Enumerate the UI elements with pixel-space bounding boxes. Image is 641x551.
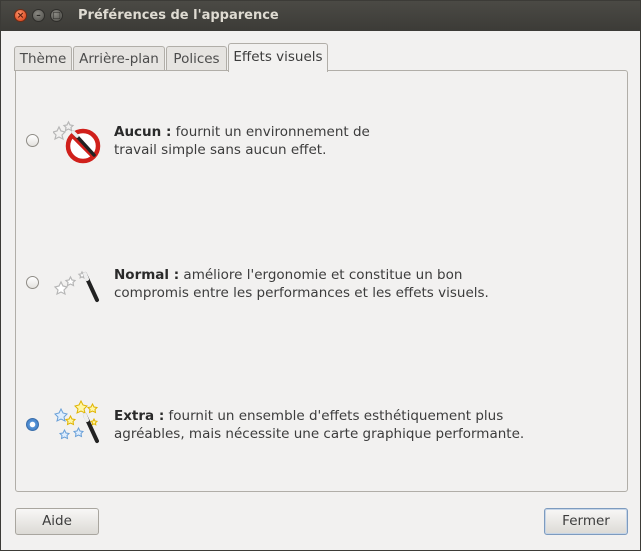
option-none-description: Aucun : fournit un environnement de trav…	[114, 123, 594, 159]
radio-extra[interactable]	[26, 418, 39, 431]
tab-theme[interactable]: Thème	[14, 46, 72, 71]
close-button[interactable]: Fermer	[544, 508, 628, 535]
window-title: Préférences de l'apparence	[78, 8, 279, 23]
option-normal-name: Normal :	[114, 267, 180, 283]
tab-visual-effects[interactable]: Effets visuels	[228, 43, 328, 72]
visual-effects-panel: Aucun : fournit un environnement de trav…	[15, 70, 628, 492]
option-extra[interactable]: Extra : fournit un ensemble d'effets est…	[16, 396, 627, 456]
option-none-text-line2: travail simple sans aucun effet.	[114, 142, 327, 158]
option-extra-name: Extra :	[114, 408, 165, 424]
option-extra-description: Extra : fournit un ensemble d'effets est…	[114, 407, 594, 443]
close-window-button[interactable]: ×	[14, 9, 27, 22]
option-extra-text: fournit un ensemble d'effets esthétiquem…	[164, 408, 504, 424]
no-effects-icon	[51, 119, 103, 167]
minimize-window-button[interactable]: –	[32, 9, 45, 22]
magic-wand-icon	[53, 260, 103, 308]
option-normal[interactable]: Normal : améliore l'ergonomie et constit…	[16, 254, 627, 314]
option-normal-description: Normal : améliore l'ergonomie et constit…	[114, 266, 594, 302]
radio-none[interactable]	[26, 134, 39, 147]
appearance-preferences-window: × – □ Préférences de l'apparence Thème A…	[0, 0, 641, 551]
option-none[interactable]: Aucun : fournit un environnement de trav…	[16, 113, 627, 173]
magic-wand-sparkles-icon	[53, 399, 103, 447]
help-button[interactable]: Aide	[15, 508, 99, 535]
option-none-name: Aucun :	[114, 124, 172, 140]
option-normal-text-line2: compromis entre les performances et les …	[114, 285, 489, 301]
titlebar: × – □ Préférences de l'apparence	[1, 1, 640, 31]
tab-fonts[interactable]: Polices	[166, 46, 227, 71]
radio-normal[interactable]	[26, 276, 39, 289]
option-normal-text: améliore l'ergonomie et constitue un bon	[179, 267, 463, 283]
tab-background[interactable]: Arrière-plan	[73, 46, 165, 71]
option-none-text: fournit un environnement de	[171, 124, 370, 140]
option-extra-text-line2: agréables, mais nécessite une carte grap…	[114, 426, 525, 442]
maximize-window-button[interactable]: □	[50, 9, 63, 22]
